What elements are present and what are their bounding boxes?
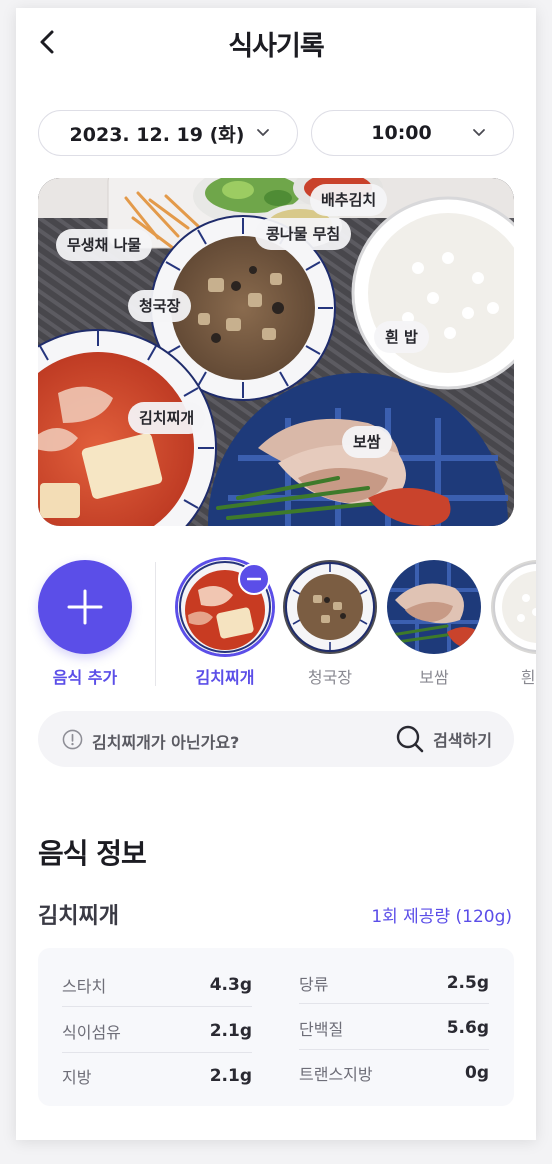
- serving-size-link[interactable]: 1회 제공량 (120g): [371, 902, 512, 927]
- nutrient-name: 단백질: [299, 1020, 344, 1039]
- nutrient-name: 당류: [299, 975, 329, 994]
- nutrient-value: 4.3g: [209, 975, 252, 995]
- food-thumb-label: 청국장: [307, 668, 353, 687]
- food-thumb-bossam[interactable]: [387, 560, 481, 654]
- nutrient-name: 지방: [62, 1068, 92, 1087]
- photo-tag-bossam[interactable]: 보쌈: [342, 426, 392, 458]
- nutrient-value: 5.6g: [446, 1018, 489, 1038]
- row-divider: [299, 1003, 489, 1004]
- chevron-down-icon: [257, 129, 269, 136]
- add-food-button[interactable]: [38, 560, 132, 654]
- section-title: 음식 정보: [38, 837, 147, 870]
- info-icon: [62, 729, 83, 750]
- nutrient-value: 2.1g: [209, 1066, 252, 1086]
- photo-tag-baechu-kimchi[interactable]: 배추김치: [310, 184, 388, 216]
- row-divider: [62, 1006, 252, 1007]
- chevron-down-icon: [473, 129, 485, 136]
- nutrient-value: 2.1g: [209, 1021, 252, 1041]
- photo-tag-musaengchae[interactable]: 무생채 나물: [56, 229, 153, 261]
- nutrient-row: 식이섬유 2.1g: [62, 1008, 252, 1054]
- nutrient-row: 지방 2.1g: [62, 1053, 252, 1099]
- carousel-divider: [155, 562, 156, 686]
- food-name: 김치찌개: [38, 904, 119, 929]
- suggestion-bar: 김치찌개가 아닌가요? 검색하기: [38, 711, 514, 767]
- nutrition-card: 스타치 4.3g 식이섬유 2.1g 지방 2.1g 당류 2.5g 단백질 5…: [38, 948, 514, 1106]
- plus-icon: [67, 589, 103, 625]
- nutrient-value: 0g: [465, 1063, 489, 1083]
- nutrient-row: 스타치 4.3g: [62, 962, 252, 1008]
- remove-food-button[interactable]: [238, 563, 270, 595]
- date-value: 2023. 12. 19 (화): [69, 123, 245, 146]
- search-icon: [396, 725, 424, 753]
- photo-tag-kongnamul[interactable]: 콩나물 무침: [255, 218, 352, 250]
- photo-tag-rice[interactable]: 흰 밥: [374, 321, 429, 353]
- add-food-label: 음식 추가: [52, 668, 118, 687]
- time-value: 10:00: [371, 122, 432, 144]
- bossam-thumbnail: [387, 560, 481, 654]
- meal-record-screen: 식사기록 2023. 12. 19 (화) 10:00 배추김치 콩나물 무침 …: [16, 8, 536, 1140]
- header: 식사기록: [16, 8, 536, 78]
- nutrient-row: 트랜스지방 0g: [299, 1050, 489, 1096]
- search-label: 검색하기: [433, 731, 492, 750]
- cheonggukjang-thumbnail: [283, 560, 377, 654]
- photo-tag-kimchi-jjigae[interactable]: 김치찌개: [128, 402, 206, 434]
- food-thumb-label: 김치찌개: [195, 668, 255, 687]
- search-button[interactable]: 검색하기: [395, 724, 492, 754]
- minus-icon: [247, 577, 261, 581]
- photo-tag-cheonggukjang[interactable]: 청국장: [128, 290, 192, 322]
- nutrient-name: 식이섬유: [62, 1023, 121, 1042]
- food-thumb-label: 흰 밥: [520, 668, 536, 687]
- food-thumb-rice[interactable]: [491, 560, 536, 654]
- nutrient-name: 트랜스지방: [299, 1065, 373, 1084]
- suggestion-text: 김치찌개가 아닌가요?: [92, 733, 240, 752]
- nutrient-name: 스타치: [62, 977, 107, 996]
- page-title: 식사기록: [228, 31, 324, 62]
- meal-photo: 배추김치 콩나물 무침 무생채 나물 청국장 흰 밥 김치찌개 보쌈: [38, 178, 514, 526]
- nutrient-row: 당류 2.5g: [299, 960, 489, 1006]
- time-selector[interactable]: 10:00: [311, 110, 514, 156]
- rice-thumbnail: [491, 560, 536, 654]
- food-thumb-cheonggukjang[interactable]: [283, 560, 377, 654]
- food-thumb-label: 보쌈: [419, 668, 449, 687]
- date-selector[interactable]: 2023. 12. 19 (화): [38, 110, 298, 156]
- nutrient-value: 2.5g: [446, 973, 489, 993]
- nutrient-row: 단백질 5.6g: [299, 1005, 489, 1051]
